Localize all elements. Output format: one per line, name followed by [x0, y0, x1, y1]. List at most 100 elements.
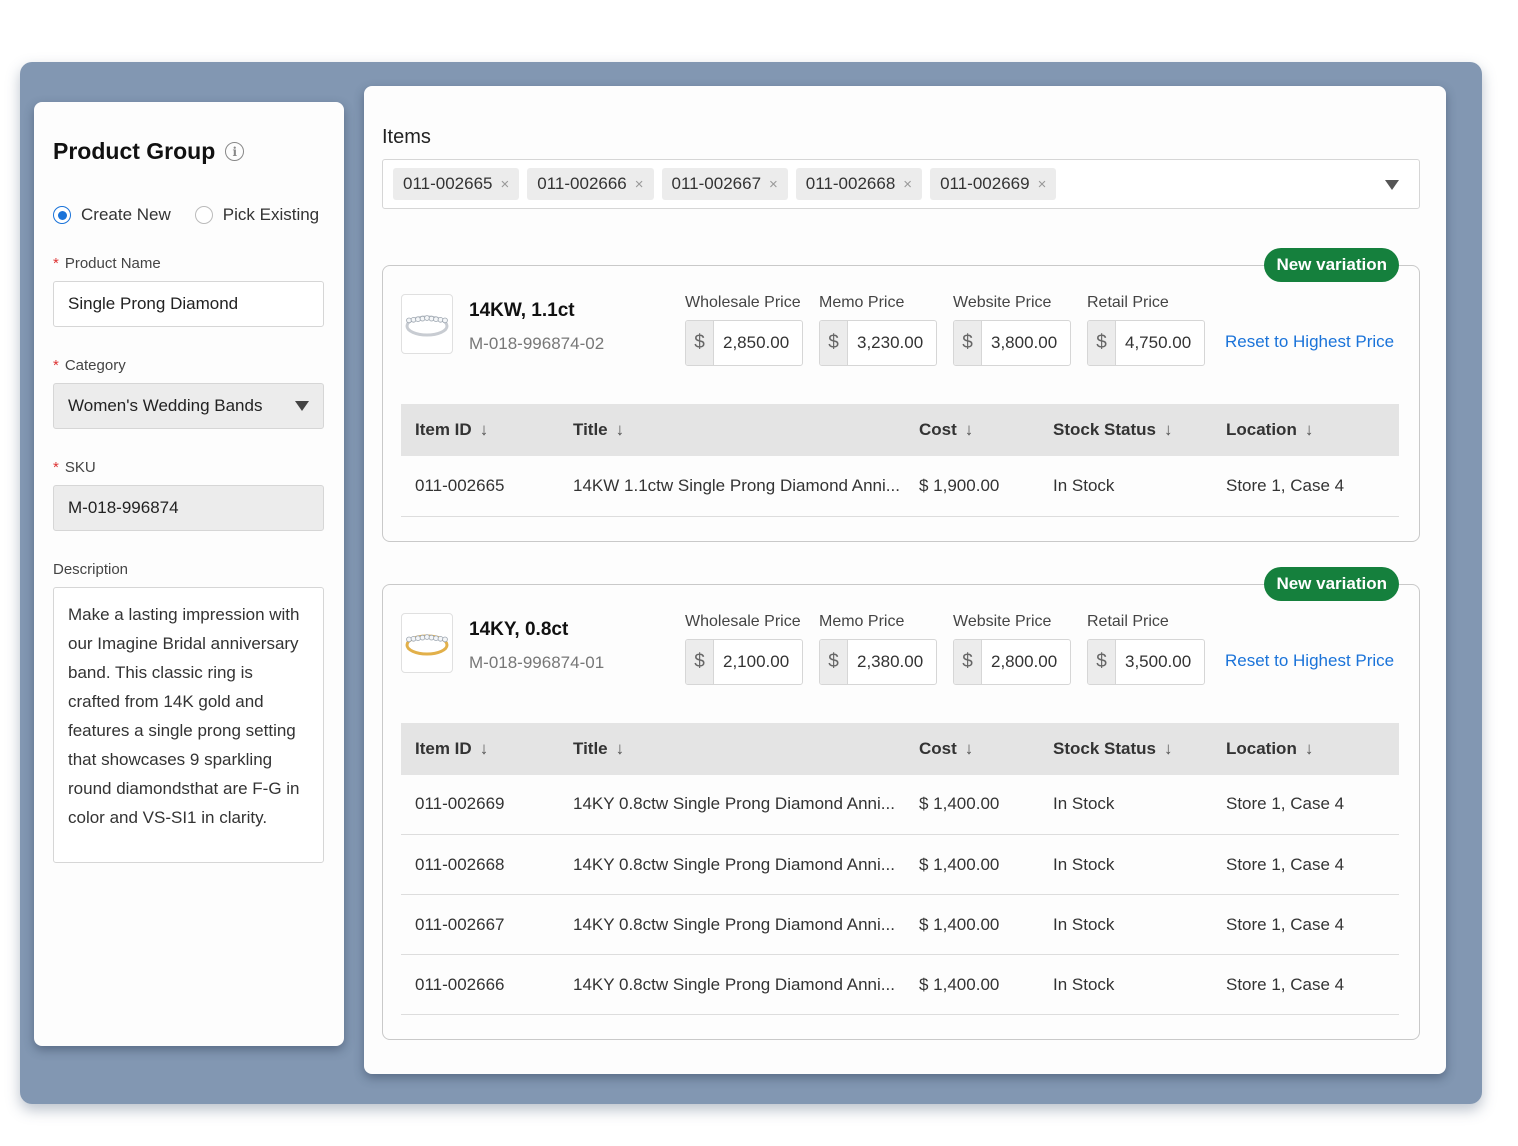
- sort-arrow-icon[interactable]: ↓: [965, 420, 974, 439]
- close-icon[interactable]: ×: [769, 176, 778, 193]
- product-group-heading: Product Group i: [53, 138, 324, 165]
- column-header-title[interactable]: Title ↓: [559, 723, 905, 775]
- radio-checked-icon[interactable]: [53, 206, 71, 224]
- info-icon[interactable]: i: [225, 142, 245, 161]
- variation-sku: M-018-996874-02: [469, 334, 605, 353]
- item-id-cell: 011-002666: [401, 954, 559, 1015]
- website-price-value[interactable]: 3,800.00: [982, 321, 1070, 365]
- variation-name-block: 14KY, 0.8ct M-018-996874-01: [469, 613, 669, 673]
- item-tag[interactable]: 011-002665 ×: [393, 168, 520, 200]
- item-tag[interactable]: 011-002669 ×: [930, 168, 1057, 200]
- category-select[interactable]: Women's Wedding Bands: [53, 383, 324, 429]
- column-header-cost[interactable]: Cost ↓: [905, 404, 1039, 456]
- product-name-label: * Product Name: [53, 255, 161, 272]
- table-row[interactable]: 011-002665 14KW 1.1ctw Single Prong Diamo…: [401, 456, 1399, 517]
- table-row[interactable]: 011-002668 14KY 0.8ctw Single Prong Diamo…: [401, 834, 1399, 895]
- table-row[interactable]: 011-002666 14KY 0.8ctw Single Prong Diamo…: [401, 954, 1399, 1015]
- wholesale-price-group: Wholesale Price $2,100.00: [685, 613, 803, 685]
- sort-arrow-icon[interactable]: ↓: [1164, 739, 1173, 758]
- retail-price-input[interactable]: $4,750.00: [1087, 320, 1205, 366]
- close-icon[interactable]: ×: [501, 176, 510, 193]
- retail-price-group: Retail Price $3,500.00: [1087, 613, 1205, 685]
- sort-arrow-icon[interactable]: ↓: [1305, 420, 1314, 439]
- website-price-input[interactable]: $2,800.00: [953, 638, 1071, 685]
- dollar-icon: $: [954, 321, 982, 365]
- product-group-panel: Product Group i Create New Pick Existing…: [34, 102, 344, 1046]
- description-label: Description: [53, 561, 129, 578]
- sort-arrow-icon[interactable]: ↓: [1164, 420, 1173, 439]
- variation-card: New variation 14KY, 0.8ct M-018-996874-01 W…: [382, 566, 1420, 1040]
- radio-pick-existing[interactable]: Pick Existing: [194, 205, 319, 225]
- column-header-label: Location: [1226, 738, 1297, 758]
- variation-name-block: 14KW, 1.1ct M-018-996874-02: [469, 294, 669, 354]
- wholesale-price-input[interactable]: $2,100.00: [685, 638, 803, 685]
- description-field[interactable]: Make a lasting impression with our Imagi…: [53, 587, 324, 863]
- item-tag-label: 011-002668: [805, 174, 896, 193]
- wholesale-price-value[interactable]: 2,850.00: [714, 321, 802, 365]
- items-multiselect[interactable]: 011-002665 × 011-002666 × 011-002667 × 011-002…: [382, 159, 1420, 209]
- memo-price-input[interactable]: $2,380.00: [819, 638, 937, 685]
- reset-to-highest-price-link[interactable]: Reset to Highest Price: [1225, 651, 1394, 671]
- column-header-label: Title: [573, 738, 608, 758]
- page-title: Product Group: [53, 138, 216, 164]
- table-header: Item ID ↓ Title ↓ Cost ↓ Stock Status ↓ Location…: [401, 722, 1399, 775]
- location-cell: Store 1, Case 4: [1212, 456, 1399, 517]
- column-header-location[interactable]: Location ↓: [1212, 404, 1399, 456]
- group-mode-radio-group: Create New Pick Existing: [53, 205, 324, 225]
- table-body: 011-002669 14KY 0.8ctw Single Prong Diamo…: [401, 774, 1399, 1015]
- column-header-location[interactable]: Location ↓: [1212, 723, 1399, 775]
- ring-thumbnail: [401, 612, 453, 673]
- radio-create-new-label: Create New: [81, 205, 171, 224]
- close-icon[interactable]: ×: [903, 176, 912, 193]
- sort-arrow-icon[interactable]: ↓: [480, 739, 489, 758]
- table-row[interactable]: 011-002667 14KY 0.8ctw Single Prong Diamo…: [401, 894, 1399, 955]
- sort-arrow-icon[interactable]: ↓: [616, 739, 625, 758]
- item-tag[interactable]: 011-002668 ×: [795, 168, 923, 200]
- memo-price-input[interactable]: $3,230.00: [819, 320, 937, 366]
- item-tag[interactable]: 011-002666 ×: [527, 168, 654, 200]
- wholesale-price-value[interactable]: 2,100.00: [714, 640, 802, 684]
- sku-field[interactable]: M-018-996874: [53, 485, 324, 531]
- sort-arrow-icon[interactable]: ↓: [1305, 739, 1314, 758]
- cost-cell: $ 1,400.00: [905, 774, 1039, 835]
- website-price-input[interactable]: $3,800.00: [953, 320, 1071, 366]
- column-header-label: Cost: [919, 420, 957, 439]
- column-header-item-id[interactable]: Item ID ↓: [401, 723, 559, 775]
- reset-to-highest-price-link[interactable]: Reset to Highest Price: [1225, 332, 1394, 352]
- radio-create-new[interactable]: Create New: [53, 205, 171, 225]
- chevron-down-icon[interactable]: [1385, 180, 1399, 190]
- retail-price-label: Retail Price: [1087, 612, 1169, 630]
- table-row[interactable]: 011-002669 14KY 0.8ctw Single Prong Diamo…: [401, 774, 1399, 835]
- product-name-field[interactable]: Single Prong Diamond: [53, 281, 324, 327]
- dollar-icon: $: [686, 321, 714, 365]
- sort-arrow-icon[interactable]: ↓: [480, 420, 489, 439]
- close-icon[interactable]: ×: [635, 176, 644, 193]
- column-header-title[interactable]: Title ↓: [559, 404, 905, 456]
- new-variation-badge: New variation: [1264, 248, 1399, 282]
- wholesale-price-group: Wholesale Price $2,850.00: [685, 294, 803, 366]
- website-price-group: Website Price $2,800.00: [953, 613, 1071, 685]
- title-cell: 14KY 0.8ctw Single Prong Diamond Anni...: [559, 834, 905, 895]
- retail-price-input[interactable]: $3,500.00: [1087, 638, 1205, 685]
- item-tag-label: 011-002666: [537, 174, 627, 193]
- variation-card: New variation 14KW, 1.1ct M-018-996874-02 W…: [382, 248, 1420, 542]
- sort-arrow-icon[interactable]: ↓: [965, 739, 974, 758]
- website-price-value[interactable]: 2,800.00: [982, 640, 1070, 684]
- close-icon[interactable]: ×: [1038, 176, 1047, 193]
- sort-arrow-icon[interactable]: ↓: [616, 420, 625, 439]
- column-header-stock-status[interactable]: Stock Status ↓: [1039, 404, 1212, 456]
- variation-name: 14KW, 1.1ct: [469, 300, 575, 321]
- radio-unchecked-icon[interactable]: [194, 206, 213, 224]
- memo-price-value[interactable]: 2,380.00: [848, 640, 936, 684]
- column-header-item-id[interactable]: Item ID ↓: [401, 404, 559, 456]
- table-header-row: Item ID ↓ Title ↓ Cost ↓ Stock Status ↓ Location…: [401, 404, 1399, 456]
- retail-price-value[interactable]: 3,500.00: [1116, 640, 1204, 684]
- cost-cell: $ 1,400.00: [905, 834, 1039, 895]
- column-header-label: Item ID: [415, 738, 472, 758]
- column-header-stock-status[interactable]: Stock Status ↓: [1039, 723, 1212, 775]
- column-header-cost[interactable]: Cost ↓: [905, 723, 1039, 775]
- item-tag[interactable]: 011-002667 ×: [661, 168, 788, 200]
- retail-price-value[interactable]: 4,750.00: [1116, 321, 1204, 365]
- memo-price-value[interactable]: 3,230.00: [848, 321, 936, 365]
- wholesale-price-input[interactable]: $2,850.00: [685, 320, 803, 366]
